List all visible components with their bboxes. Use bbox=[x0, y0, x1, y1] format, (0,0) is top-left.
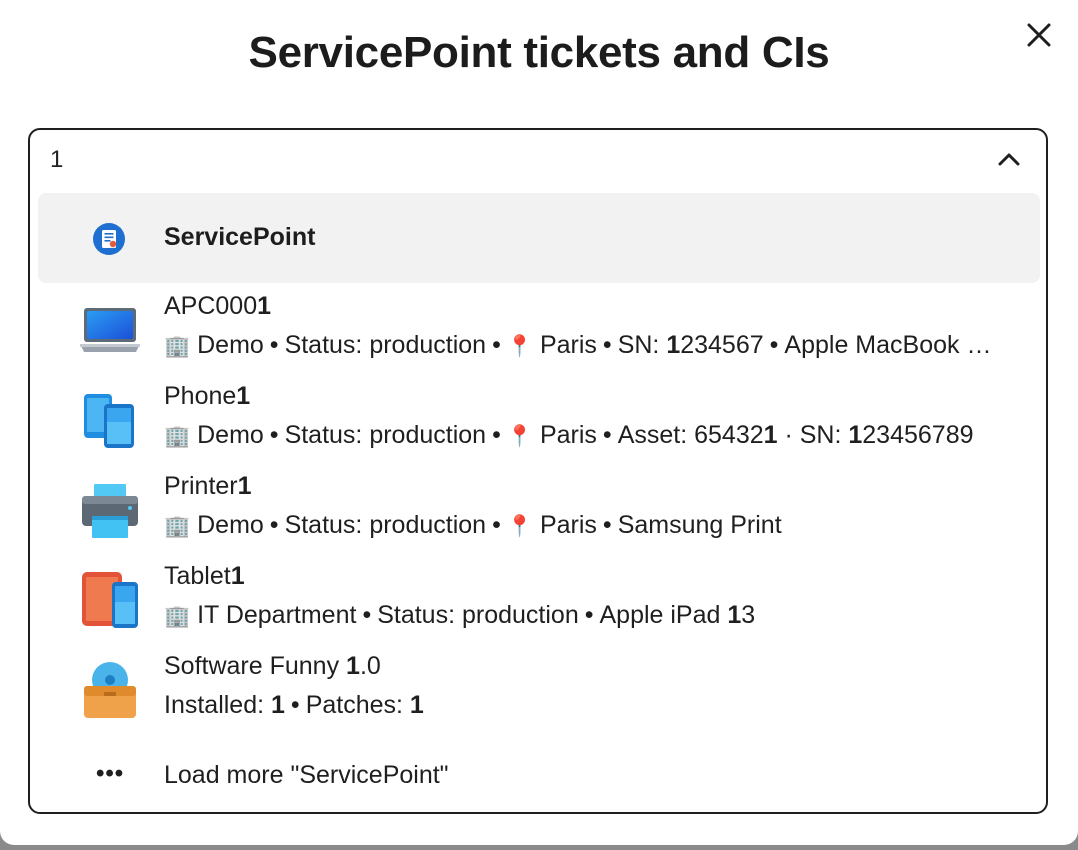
item-details: 🏢 Demo • Status: production • 📍 Paris • SN: 12… bbox=[164, 331, 1004, 359]
item-name: APC0001 bbox=[164, 292, 272, 320]
load-more-label: Load more "ServicePoint" bbox=[164, 761, 449, 789]
result-item[interactable]: Tablet1 🏢 IT Department • Status: producti… bbox=[30, 558, 1046, 648]
building-icon: 🏢 bbox=[164, 425, 191, 448]
result-item[interactable]: Phone1 🏢 Demo • Status: production • 📍 Paris… bbox=[30, 378, 1046, 468]
result-item[interactable]: Software Funny 1.0 Installed: 1 • Patches:… bbox=[30, 648, 1046, 738]
pin-icon: 📍 bbox=[506, 515, 533, 538]
close-icon bbox=[1027, 23, 1051, 47]
result-item[interactable]: Printer1 🏢 Demo • Status: production • 📍 Par… bbox=[30, 468, 1046, 558]
building-icon: 🏢 bbox=[164, 605, 191, 628]
collapse-toggle-button[interactable] bbox=[994, 144, 1024, 174]
group-label: ServicePoint bbox=[164, 223, 316, 251]
result-item[interactable]: APC0001 🏢 Demo • Status: production • 📍 Pari… bbox=[30, 288, 1046, 378]
printer-icon bbox=[82, 484, 138, 538]
group-header-servicepoint: ServicePoint bbox=[38, 193, 1040, 283]
pin-icon: 📍 bbox=[506, 425, 533, 448]
pin-icon: 📍 bbox=[506, 335, 533, 358]
dialog-title: ServicePoint tickets and CIs bbox=[248, 28, 830, 77]
item-details: Installed: 1 • Patches: 1 bbox=[164, 691, 424, 719]
search-input[interactable] bbox=[50, 144, 950, 176]
item-name: Tablet1 bbox=[164, 562, 245, 590]
phone-icon bbox=[84, 394, 134, 448]
building-icon: 🏢 bbox=[164, 335, 191, 358]
item-details: 🏢 Demo • Status: production • 📍 Paris • Samsun… bbox=[164, 511, 782, 539]
software-package-icon bbox=[84, 662, 136, 718]
laptop-icon bbox=[80, 308, 140, 352]
close-button[interactable] bbox=[1022, 18, 1056, 52]
load-more-button[interactable]: ••• Load more "ServicePoint" bbox=[30, 748, 1046, 808]
document-icon bbox=[93, 223, 125, 255]
tablet-icon bbox=[82, 572, 138, 628]
chevron-up-icon bbox=[998, 153, 1020, 166]
item-details: 🏢 Demo • Status: production • 📍 Paris • Asset:… bbox=[164, 421, 974, 449]
item-name: Software Funny 1.0 bbox=[164, 652, 381, 680]
item-name: Phone1 bbox=[164, 382, 251, 410]
tickets-dialog: ServicePoint tickets and CIs ServicePoin… bbox=[0, 0, 1078, 845]
building-icon: 🏢 bbox=[164, 515, 191, 538]
search-combobox: ServicePoint APC0001 🏢 Demo•Status: prod… bbox=[28, 128, 1048, 814]
ellipsis-icon: ••• bbox=[96, 760, 125, 787]
item-details: 🏢 IT Department • Status: production • Apple… bbox=[164, 601, 756, 629]
item-name: Printer1 bbox=[164, 472, 252, 500]
